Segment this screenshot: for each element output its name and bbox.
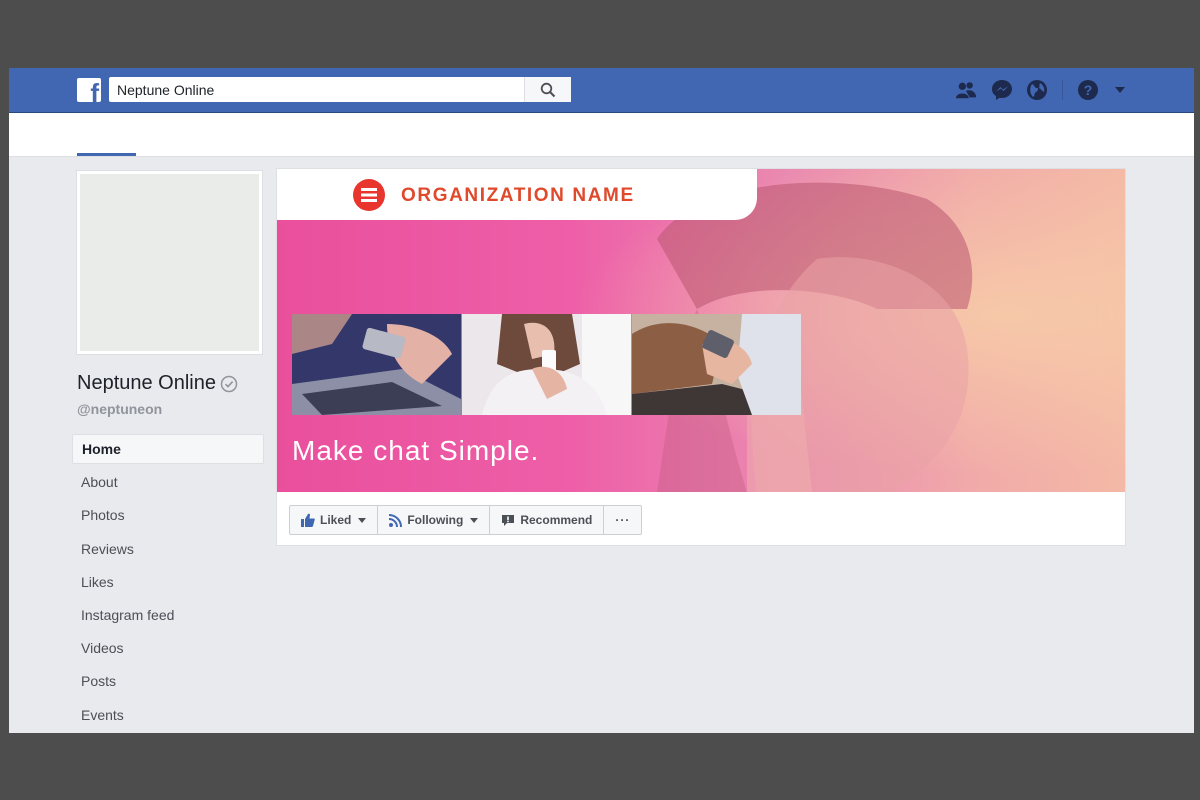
liked-button[interactable]: Liked bbox=[290, 506, 379, 534]
nav-item-posts[interactable]: Posts bbox=[72, 666, 264, 696]
cover-photo[interactable]: ORGANIZATION NAME Make chat Simple. bbox=[277, 169, 1125, 492]
more-options-button[interactable]: ··· bbox=[604, 506, 641, 534]
laptop-and-phone-photo bbox=[292, 314, 461, 415]
friends-icon[interactable] bbox=[955, 79, 977, 101]
nav-item-photos[interactable]: Photos bbox=[72, 500, 264, 530]
messenger-icon[interactable] bbox=[991, 79, 1013, 101]
rss-feed-icon bbox=[389, 513, 403, 527]
search-icon bbox=[540, 82, 556, 97]
search-button[interactable] bbox=[524, 77, 571, 102]
svg-text:?: ? bbox=[1084, 82, 1093, 98]
page-action-buttons: Liked Following Recommend ··· bbox=[289, 505, 643, 535]
nav-item-instagram-feed[interactable]: Instagram feed bbox=[72, 600, 264, 630]
following-button[interactable]: Following bbox=[378, 506, 491, 534]
cover-tagline: Make chat Simple. bbox=[292, 435, 540, 466]
check-circle-icon bbox=[220, 375, 238, 393]
recommend-label: Recommend bbox=[520, 513, 593, 527]
page-name-text: Neptune Online bbox=[77, 372, 216, 394]
organization-logo-icon bbox=[353, 179, 385, 211]
page-side-nav: Home About Photos Reviews Likes Instagra… bbox=[72, 434, 264, 733]
person-with-bag-photo bbox=[632, 314, 801, 415]
active-tab-indicator bbox=[77, 153, 136, 156]
organization-name: ORGANIZATION NAME bbox=[401, 185, 635, 206]
nav-item-likes[interactable]: Likes bbox=[72, 567, 264, 597]
account-dropdown-caret-icon[interactable] bbox=[1109, 79, 1131, 101]
chevron-down-icon bbox=[470, 517, 479, 523]
nav-item-reviews[interactable]: Reviews bbox=[72, 534, 264, 564]
thumbs-up-icon bbox=[301, 513, 315, 527]
search-box bbox=[109, 77, 571, 102]
facebook-logo-icon[interactable]: f bbox=[77, 78, 101, 102]
page-title[interactable]: Neptune Online bbox=[77, 372, 238, 395]
comment-bubble-icon bbox=[502, 514, 515, 526]
search-input[interactable] bbox=[109, 77, 527, 102]
page-tab-strip bbox=[9, 113, 1194, 157]
liked-label: Liked bbox=[320, 513, 352, 527]
nav-item-about[interactable]: About bbox=[72, 467, 264, 497]
page-username[interactable]: @neptuneon bbox=[77, 401, 162, 417]
organization-banner: ORGANIZATION NAME bbox=[277, 169, 757, 220]
browser-viewport: f Neptune Online ? Neptune Online @neptu… bbox=[9, 68, 1194, 733]
chevron-down-icon bbox=[358, 517, 367, 523]
nav-item-videos[interactable]: Videos bbox=[72, 633, 264, 663]
top-navigation-bar: f Neptune Online ? bbox=[9, 68, 1194, 113]
help-icon[interactable]: ? bbox=[1077, 79, 1099, 101]
profile-picture-placeholder bbox=[80, 174, 259, 351]
toolbar-divider bbox=[1062, 80, 1063, 100]
more-icon: ··· bbox=[615, 513, 631, 527]
cover-card: ORGANIZATION NAME Make chat Simple. Like… bbox=[276, 168, 1126, 546]
globe-icon[interactable] bbox=[1026, 79, 1048, 101]
woman-texting-photo bbox=[462, 314, 631, 415]
nav-item-events[interactable]: Events bbox=[72, 700, 264, 730]
profile-picture[interactable] bbox=[76, 170, 263, 355]
recommend-button[interactable]: Recommend bbox=[490, 506, 605, 534]
following-label: Following bbox=[407, 513, 464, 527]
nav-item-home[interactable]: Home bbox=[72, 434, 264, 464]
